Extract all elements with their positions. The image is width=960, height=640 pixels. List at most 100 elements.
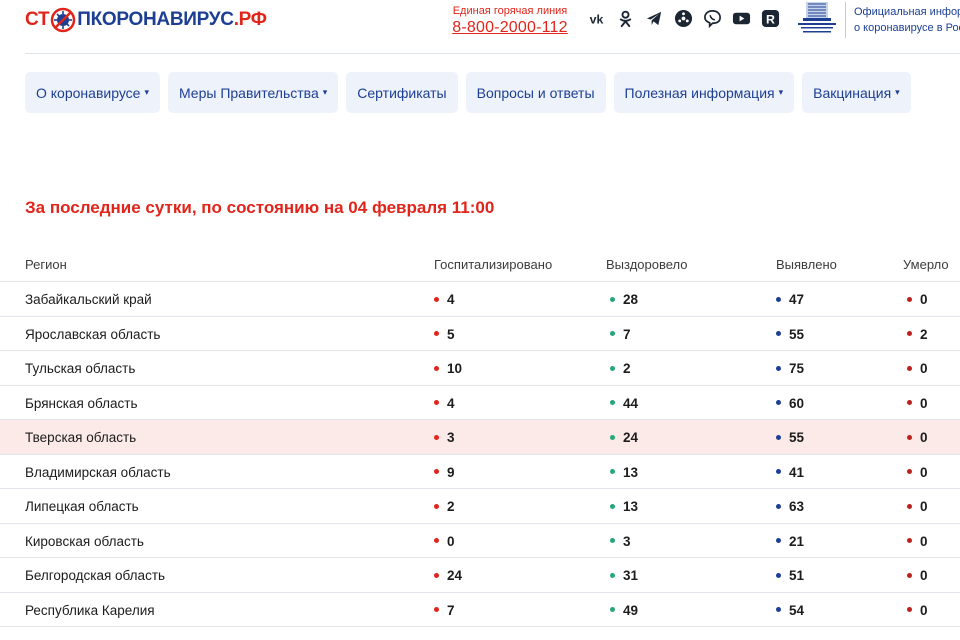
cell-detected: 55	[776, 430, 804, 445]
table-row[interactable]: Белгородская область 24 31 51 0	[0, 558, 960, 593]
nav-certificates[interactable]: Сертификаты	[346, 72, 458, 113]
bullet-dot-icon	[776, 434, 781, 440]
cell-detected: 41	[776, 465, 804, 480]
cell-died: 0	[907, 465, 928, 480]
bullet-dot-icon	[610, 296, 615, 302]
cell-detected: 47	[776, 292, 804, 307]
table-row[interactable]: Забайкальский край 4 28 47 0	[0, 282, 960, 317]
cell-value: 24	[447, 568, 463, 583]
social-links: vk R	[587, 9, 780, 28]
bullet-dot-icon	[610, 503, 615, 509]
cell-detected: 55	[776, 327, 804, 342]
youtube-icon[interactable]	[732, 9, 751, 28]
cell-value: 44	[623, 395, 639, 411]
column-header-hospitalized[interactable]: Госпитализировано	[434, 257, 552, 272]
table-row[interactable]: Тверская область 3 24 55 0	[0, 420, 960, 455]
region-name: Ярославская область	[25, 326, 161, 342]
bullet-dot-icon	[907, 296, 912, 302]
telegram-icon[interactable]	[645, 9, 664, 28]
cell-recovered: 49	[610, 603, 638, 618]
table-header: Регион Госпитализировано Выздоровело Выя…	[0, 246, 960, 282]
cell-value: 55	[789, 326, 805, 342]
bullet-dot-icon	[434, 400, 439, 406]
nav-useful-info[interactable]: Полезная информация ▾	[613, 72, 795, 113]
table-row[interactable]: Владимирская область 9 13 41 0	[0, 455, 960, 489]
region-name: Республика Карелия	[25, 602, 155, 618]
nav-government-measures[interactable]: Меры Правительства ▾	[167, 72, 339, 113]
nav-questions-answers[interactable]: Вопросы и ответы	[465, 72, 606, 113]
nav-vaccination[interactable]: Вакцинация ▾	[802, 72, 911, 113]
rutube-icon[interactable]: R	[761, 9, 780, 28]
bullet-dot-icon	[434, 331, 439, 337]
cell-died: 0	[907, 499, 928, 514]
table-row[interactable]: Липецкая область 2 13 63 0	[0, 489, 960, 524]
cell-value: 0	[920, 292, 928, 307]
bullet-dot-icon	[610, 365, 615, 371]
cell-detected: 63	[776, 499, 804, 514]
table-row[interactable]: Тульская область 10 2 75 0	[0, 351, 960, 386]
site-logo[interactable]: СТ ПКОРОНАВИРУС.РФ	[25, 7, 267, 33]
bullet-dot-icon	[776, 469, 781, 475]
government-emblem-icon[interactable]	[792, 1, 842, 37]
column-header-died[interactable]: Умерло	[903, 257, 949, 272]
cell-value: 41	[789, 464, 805, 480]
ok-icon[interactable]	[616, 9, 635, 28]
bullet-dot-icon	[776, 296, 781, 302]
bullet-dot-icon	[907, 469, 912, 475]
region-name: Кировская область	[25, 533, 144, 549]
hotline-caption: Единая горячая линия	[452, 5, 568, 17]
cell-value: 47	[789, 292, 805, 307]
column-header-detected[interactable]: Выявлено	[776, 257, 837, 272]
vk-icon[interactable]: vk	[587, 9, 606, 28]
table-row[interactable]: Республика Карелия 7 49 54 0	[0, 593, 960, 627]
viber-icon[interactable]	[703, 9, 722, 28]
cell-value: 28	[623, 292, 639, 307]
table-row[interactable]: Кировская область 0 3 21 0	[0, 524, 960, 558]
cell-value: 0	[920, 395, 928, 411]
bullet-dot-icon	[907, 503, 912, 509]
cell-value: 7	[447, 602, 455, 618]
cell-died: 0	[907, 430, 928, 445]
cell-hospitalized: 2	[434, 499, 455, 514]
nav-about-coronavirus[interactable]: О коронавирусе ▾	[25, 72, 160, 113]
cell-value: 24	[623, 430, 639, 445]
bullet-dot-icon	[776, 503, 781, 509]
bullet-dot-icon	[434, 296, 439, 302]
column-header-region[interactable]: Регион	[25, 257, 67, 272]
cell-hospitalized: 4	[434, 292, 455, 307]
hotline: Единая горячая линия 8-800-2000-112	[452, 5, 568, 38]
cell-died: 0	[907, 603, 928, 618]
svg-text:R: R	[766, 12, 775, 26]
bullet-dot-icon	[776, 365, 781, 371]
region-name: Тульская область	[25, 361, 136, 376]
cell-hospitalized: 5	[434, 327, 455, 342]
table-row[interactable]: Брянская область 4 44 60 0	[0, 386, 960, 420]
cell-detected: 21	[776, 534, 804, 549]
bullet-dot-icon	[776, 400, 781, 406]
table-body: Забайкальский край 4 28 47 0 Ярославская обла…	[0, 282, 960, 627]
bullet-dot-icon	[907, 331, 912, 337]
cell-value: 0	[920, 361, 928, 376]
cell-value: 0	[447, 533, 455, 549]
cell-value: 2	[920, 326, 928, 342]
header-divider	[845, 2, 846, 38]
cell-recovered: 31	[610, 568, 638, 583]
cell-value: 55	[789, 430, 805, 445]
chevron-down-icon: ▾	[778, 87, 784, 97]
cell-value: 3	[623, 533, 631, 549]
official-info-text[interactable]: Официальная информ о коронавирусе в Рос	[854, 4, 960, 36]
chevron-down-icon: ▾	[144, 87, 149, 97]
cell-value: 49	[623, 602, 639, 618]
bullet-dot-icon	[610, 538, 615, 544]
bullet-dot-icon	[907, 365, 912, 371]
tiktok-icon[interactable]	[674, 9, 693, 28]
bullet-dot-icon	[610, 400, 615, 406]
hotline-number[interactable]: 8-800-2000-112	[452, 18, 568, 38]
bullet-dot-icon	[610, 434, 615, 440]
table-row[interactable]: Ярославская область 5 7 55 2	[0, 317, 960, 351]
svg-text:vk: vk	[590, 12, 604, 26]
column-header-recovered[interactable]: Выздоровело	[606, 257, 688, 272]
bullet-dot-icon	[907, 400, 912, 406]
bullet-dot-icon	[434, 572, 439, 578]
cell-hospitalized: 3	[434, 430, 455, 445]
